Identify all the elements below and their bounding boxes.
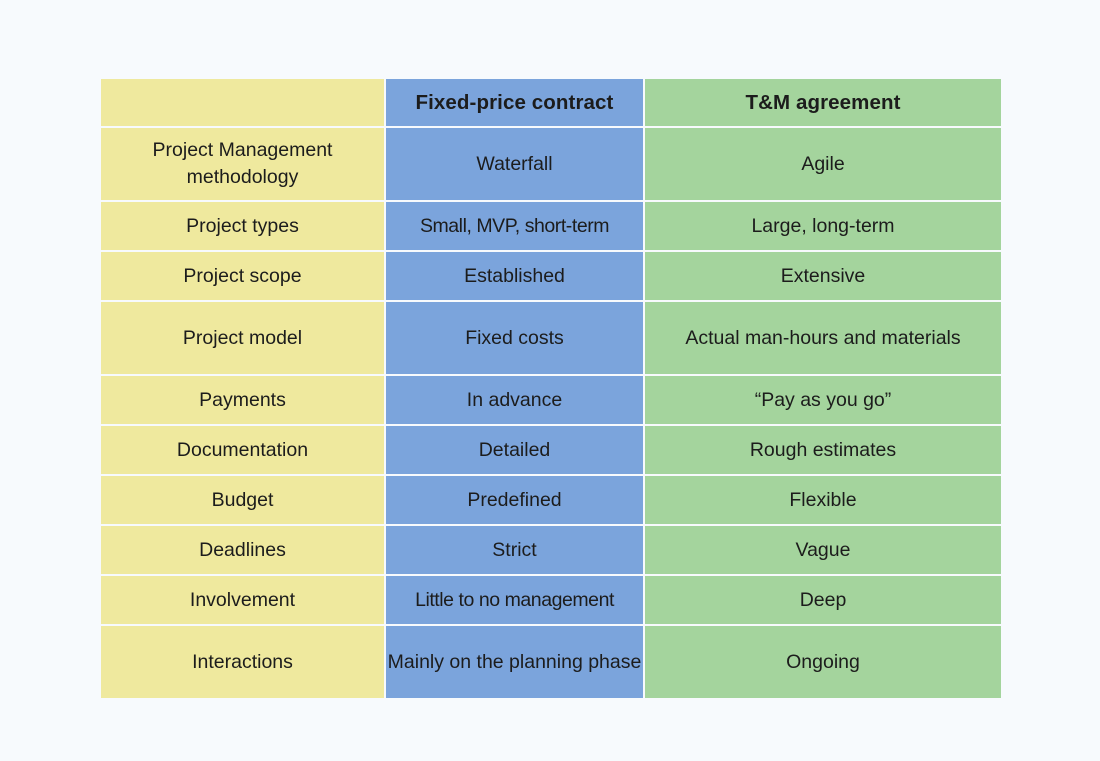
cell-fixed-project-management-methodology: Waterfall bbox=[386, 128, 643, 200]
table-row: Project model Fixed costs Actual man-hou… bbox=[101, 302, 1001, 374]
cell-tm-deadlines: Vague bbox=[645, 526, 1001, 574]
cell-tm-involvement: Deep bbox=[645, 576, 1001, 624]
table-row: Deadlines Strict Vague bbox=[101, 526, 1001, 574]
cell-fixed-payments: In advance bbox=[386, 376, 643, 424]
table-row: Involvement Little to no management Deep bbox=[101, 576, 1001, 624]
column-header-tm: T&M agreement bbox=[645, 79, 1001, 126]
cell-fixed-documentation: Detailed bbox=[386, 426, 643, 474]
row-label-project-types: Project types bbox=[101, 202, 384, 250]
table-row: Payments In advance “Pay as you go” bbox=[101, 376, 1001, 424]
cell-tm-project-scope: Extensive bbox=[645, 252, 1001, 300]
row-label-interactions: Interactions bbox=[101, 626, 384, 698]
table-row: Budget Predefined Flexible bbox=[101, 476, 1001, 524]
cell-tm-budget: Flexible bbox=[645, 476, 1001, 524]
row-label-project-model: Project model bbox=[101, 302, 384, 374]
row-label-deadlines: Deadlines bbox=[101, 526, 384, 574]
cell-tm-interactions: Ongoing bbox=[645, 626, 1001, 698]
column-header-fixed-price: Fixed-price contract bbox=[386, 79, 643, 126]
cell-tm-documentation: Rough estimates bbox=[645, 426, 1001, 474]
row-label-payments: Payments bbox=[101, 376, 384, 424]
row-label-budget: Budget bbox=[101, 476, 384, 524]
table-row: Project scope Established Extensive bbox=[101, 252, 1001, 300]
table-header-row: Fixed-price contract T&M agreement bbox=[101, 79, 1001, 126]
column-header-label bbox=[101, 79, 384, 126]
table-row: Documentation Detailed Rough estimates bbox=[101, 426, 1001, 474]
cell-tm-project-types: Large, long-term bbox=[645, 202, 1001, 250]
table-row: Interactions Mainly on the planning phas… bbox=[101, 626, 1001, 698]
table-header: Fixed-price contract T&M agreement bbox=[101, 79, 1001, 126]
table-row: Project types Small, MVP, short-term Lar… bbox=[101, 202, 1001, 250]
cell-tm-project-model: Actual man-hours and materials bbox=[645, 302, 1001, 374]
table-row: Project Management methodology Waterfall… bbox=[101, 128, 1001, 200]
cell-fixed-project-model: Fixed costs bbox=[386, 302, 643, 374]
cell-fixed-deadlines: Strict bbox=[386, 526, 643, 574]
cell-fixed-budget: Predefined bbox=[386, 476, 643, 524]
table-body: Project Management methodology Waterfall… bbox=[101, 128, 1001, 698]
cell-fixed-project-scope: Established bbox=[386, 252, 643, 300]
cell-fixed-interactions: Mainly on the planning phase bbox=[386, 626, 643, 698]
row-label-project-scope: Project scope bbox=[101, 252, 384, 300]
row-label-project-management-methodology: Project Management methodology bbox=[101, 128, 384, 200]
row-label-documentation: Documentation bbox=[101, 426, 384, 474]
row-label-involvement: Involvement bbox=[101, 576, 384, 624]
cell-tm-payments: “Pay as you go” bbox=[645, 376, 1001, 424]
cell-tm-project-management-methodology: Agile bbox=[645, 128, 1001, 200]
cell-fixed-project-types: Small, MVP, short-term bbox=[386, 202, 643, 250]
comparison-table-container: Fixed-price contract T&M agreement Proje… bbox=[101, 79, 1001, 698]
cell-fixed-involvement: Little to no management bbox=[386, 576, 643, 624]
comparison-table: Fixed-price contract T&M agreement Proje… bbox=[99, 77, 1003, 700]
